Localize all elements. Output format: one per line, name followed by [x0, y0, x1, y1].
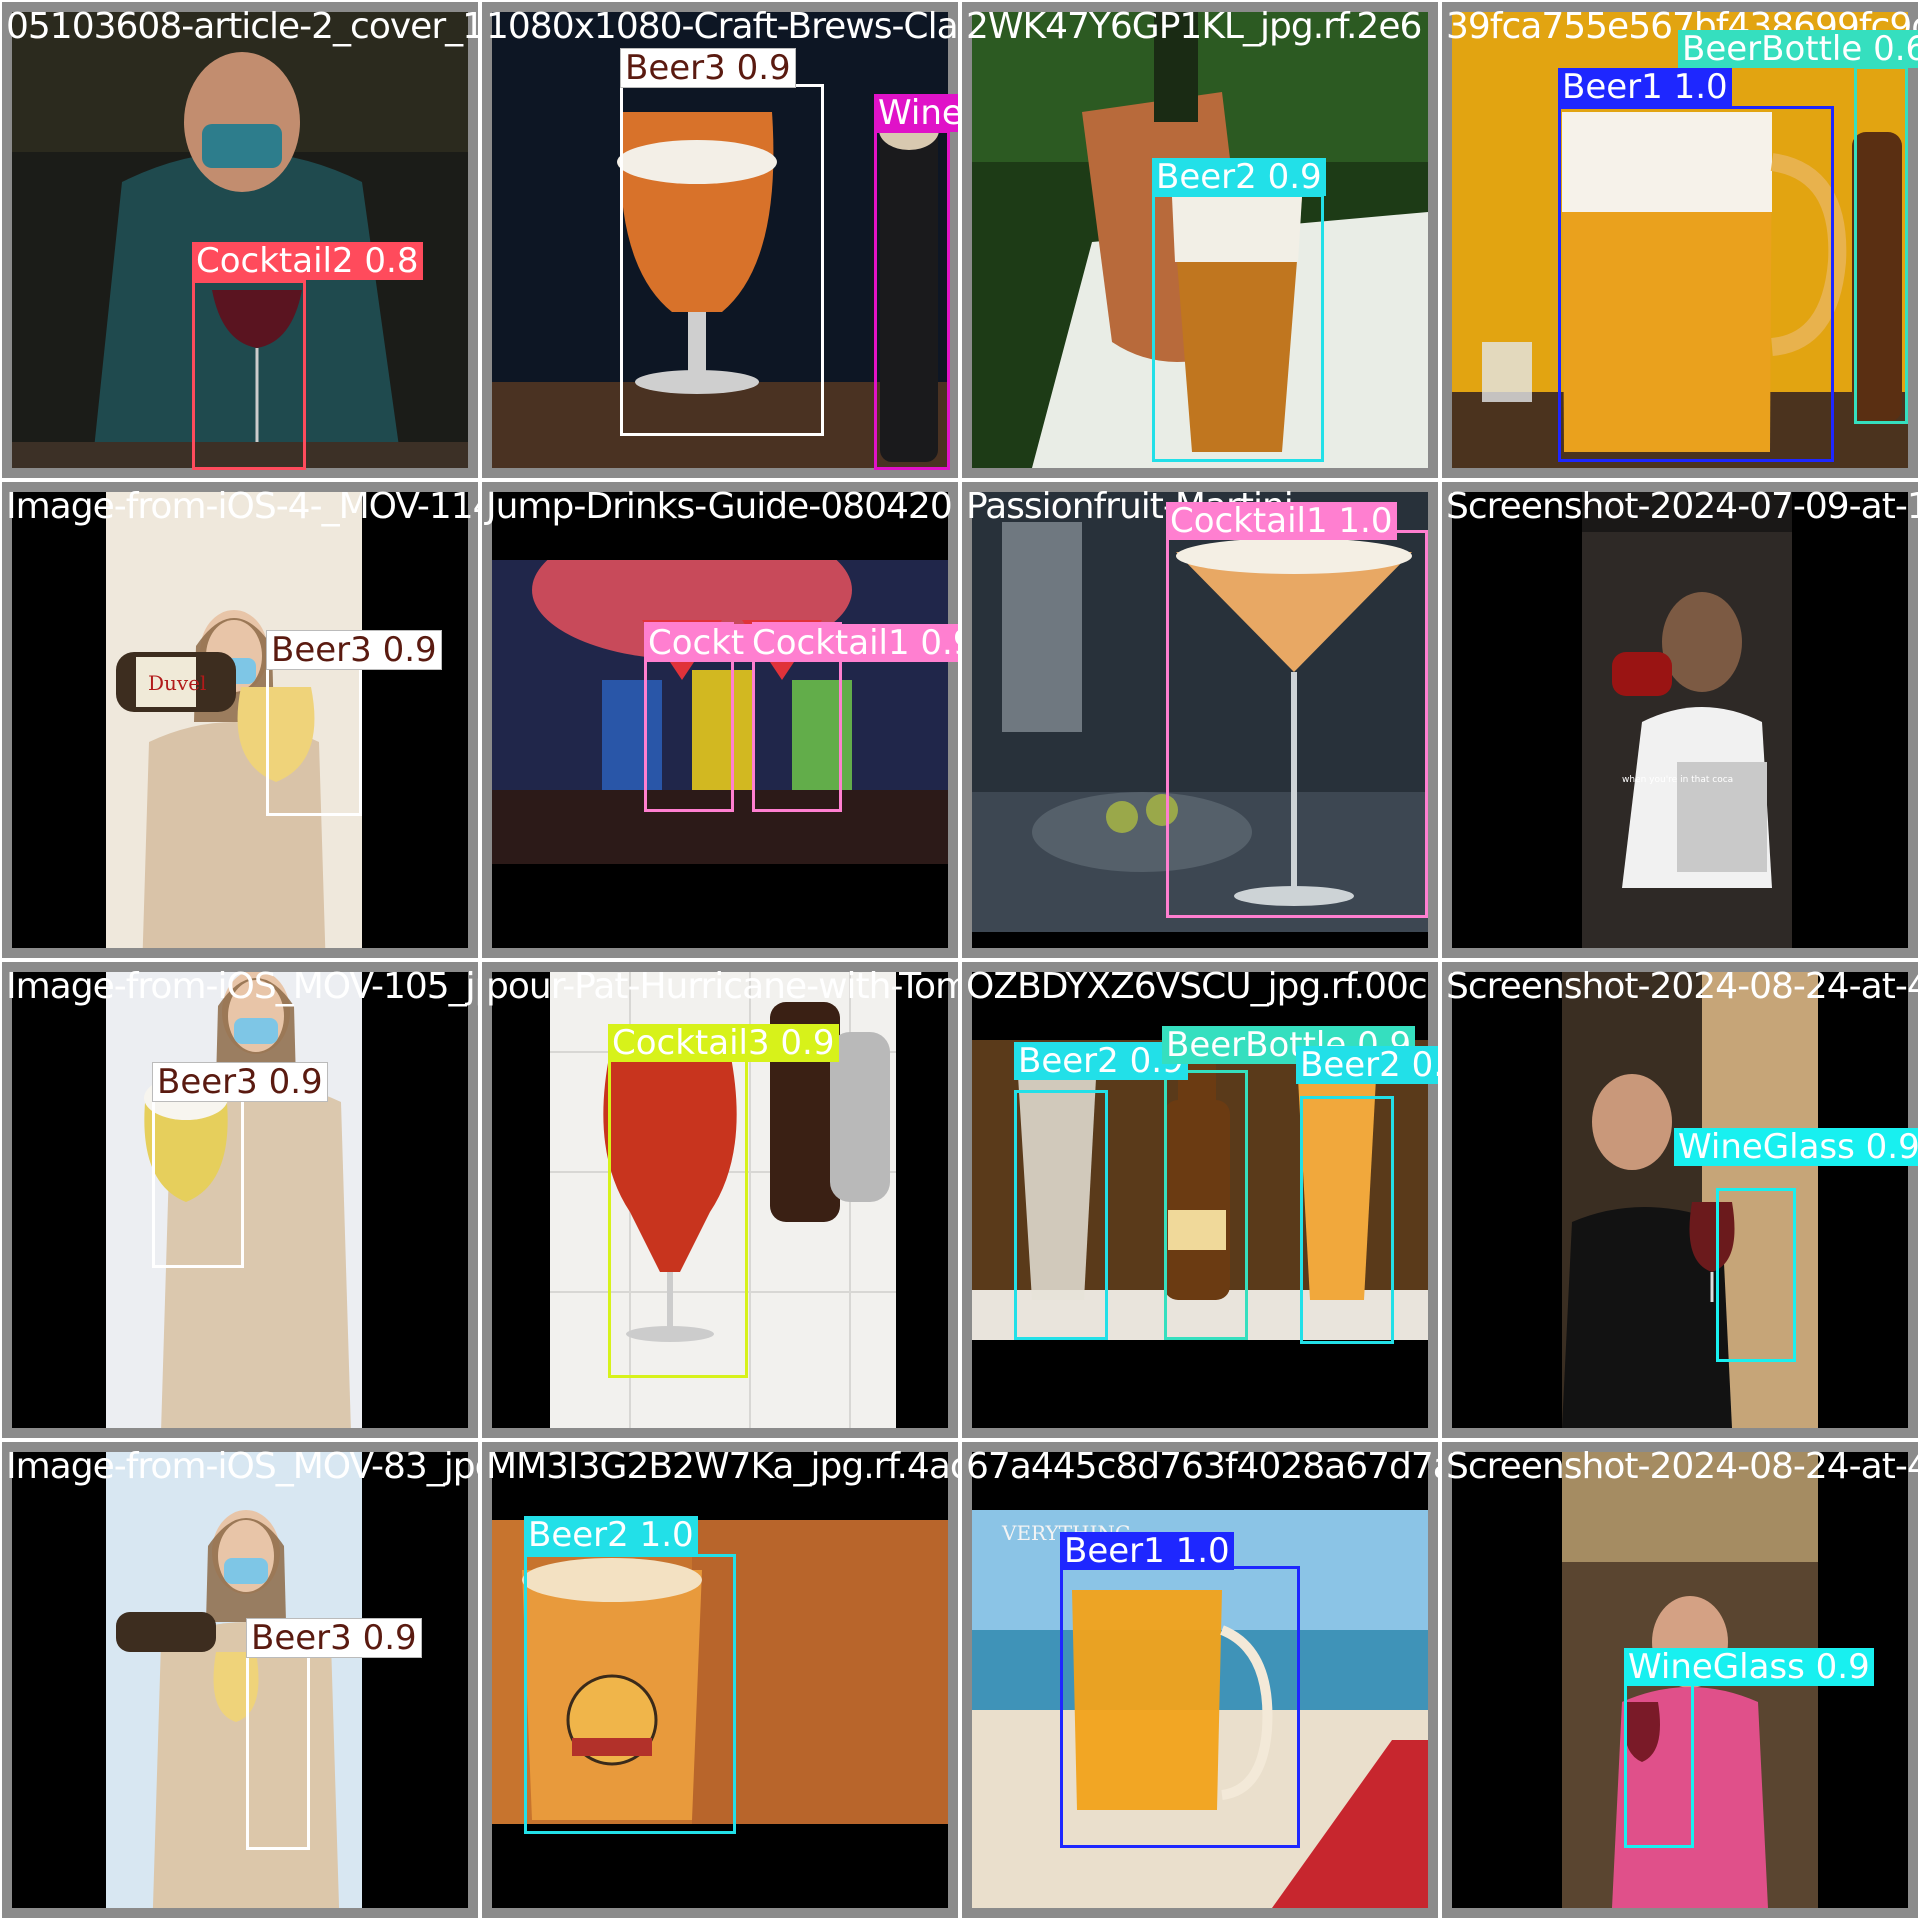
filename-label: OZBDYXZ6VSCU_jpg.rf.00c: [966, 966, 1428, 1007]
detection-label: Cocktail1 0.9: [748, 624, 958, 662]
image-tile: Image-from-iOS_MOV-105_jpg Beer3 0.9: [0, 960, 480, 1440]
bounding-box: [1166, 530, 1428, 918]
detection-label: Cocktail1 1.0: [1166, 502, 1397, 540]
image-tile: VERYTHING67a445c8d763f4028a67d7aBeer1 1.…: [960, 1440, 1440, 1920]
filename-label: Screenshot-2024-07-09-at-1: [1446, 486, 1920, 527]
filename-label: Screenshot-2024-08-24-at-4: [1446, 1446, 1920, 1487]
detection-label: Beer3 0.9: [266, 630, 442, 670]
filename-label: 05103608-article-2_cover_1080x1080_jpg: [6, 6, 478, 47]
tile-canvas: [1452, 972, 1908, 1428]
image-tile: Passionfruit-Martini Cocktail1 1.0: [960, 480, 1440, 960]
detection-label: Cockt: [644, 624, 749, 662]
detection-label: Beer2 0.9: [1152, 158, 1326, 196]
image-tile: 39fca755e567bf438699fc9d Beer1 1.0 BeerBot…: [1440, 0, 1920, 480]
bounding-box: [1014, 1090, 1108, 1340]
filename-label: pour-Pat-Hurricane-with-Tomaro: [486, 966, 958, 1007]
filename-label: Jump-Drinks-Guide-080420: [486, 486, 953, 527]
filename-label: Image-from-iOS_MOV-105_jpg: [6, 966, 480, 1007]
image-tile: Screenshot-2024-08-24-at-4 WineGlass 0.9: [1440, 960, 1920, 1440]
bounding-box: [1624, 1682, 1694, 1848]
svg-text:when you're in that coca: when you're in that coca: [1622, 775, 1733, 785]
detection-label: Beer2 1.0: [524, 1516, 698, 1554]
filename-label: 67a445c8d763f4028a67d7a: [966, 1446, 1440, 1487]
tile-canvas: [12, 1452, 468, 1908]
image-tile: 05103608-article-2_cover_1080x1080_jpg Co…: [0, 0, 480, 480]
image-tile: 2WK47Y6GP1KL_jpg.rf.2e6 Beer2 0.9: [960, 0, 1440, 480]
image-tile: MM3I3G2B2W7Ka_jpg.rf.4ac Beer2 1.0: [480, 1440, 960, 1920]
image-tile: 1080x1080-Craft-Brews-Classic-Belgian-Be…: [480, 0, 960, 480]
detection-label: Beer3 0.9: [246, 1618, 422, 1658]
bounding-box: [620, 84, 824, 436]
bounding-box: [246, 1652, 310, 1850]
detection-label: Beer1 1.0: [1060, 1532, 1234, 1570]
image-tile: pour-Pat-Hurricane-with-Tomaro Cocktail3 …: [480, 960, 960, 1440]
svg-text:Duvel: Duvel: [148, 671, 206, 695]
bounding-box: [1716, 1188, 1796, 1362]
photo: when you're in that coca: [1582, 492, 1792, 948]
image-tile: Image-from-iOS_MOV-83_jpg Beer3 0.9: [0, 1440, 480, 1920]
mosaic-grid: 05103608-article-2_cover_1080x1080_jpg Co…: [0, 0, 1920, 1920]
tile-canvas: Duvel: [12, 492, 468, 948]
photo: [106, 1452, 362, 1908]
bounding-box: [608, 1056, 748, 1378]
filename-label: Image-from-iOS_MOV-83_jpg: [6, 1446, 480, 1487]
detection-label: WineGlass 0.9: [1674, 1128, 1918, 1166]
bounding-box: [874, 130, 950, 470]
image-tile: Duvel Image-from-iOS-4-_MOV-114_jpg Beer3…: [0, 480, 480, 960]
detection-label: WineBottle2 0.3: [874, 94, 958, 132]
bounding-box: [1164, 1070, 1248, 1340]
bounding-box: [1152, 194, 1324, 462]
detection-label: Beer1 1.0: [1558, 68, 1732, 106]
detection-label: Beer2 0.9: [1296, 1046, 1438, 1084]
detection-label: WineGlass 0.9: [1624, 1648, 1874, 1686]
detection-label: Beer3 0.9: [152, 1062, 328, 1102]
bounding-box: [152, 1096, 244, 1268]
bounding-box: [192, 280, 306, 470]
filename-label: Image-from-iOS-4-_MOV-114_jpg: [6, 486, 478, 527]
detection-label: Cocktail2 0.8: [192, 242, 423, 280]
bounding-box: [1854, 66, 1908, 424]
image-tile: Screenshot-2024-08-24-at-4 WineGlass 0.9: [1440, 1440, 1920, 1920]
image-tile: when you're in that coca Screenshot-2024-…: [1440, 480, 1920, 960]
image-tile: Jump-Drinks-Guide-080420 Cockt Cocktail1 0…: [480, 480, 960, 960]
tile-canvas: when you're in that coca: [1452, 492, 1908, 948]
filename-label: Screenshot-2024-08-24-at-4: [1446, 966, 1920, 1007]
bounding-box: [1300, 1096, 1394, 1344]
detection-label: Beer3 0.9: [620, 48, 796, 88]
filename-label: 1080x1080-Craft-Brews-Classic-Belgian-Be…: [486, 6, 958, 47]
image-tile: OZBDYXZ6VSCU_jpg.rf.00c Beer2 0.9 BeerBott…: [960, 960, 1440, 1440]
bounding-box: [266, 666, 362, 816]
detection-label: BeerBottle 0.6: [1678, 30, 1918, 68]
bounding-box: [1558, 106, 1834, 462]
bounding-box: [1060, 1566, 1300, 1848]
filename-label: 2WK47Y6GP1KL_jpg.rf.2e6: [966, 6, 1422, 47]
filename-label: MM3I3G2B2W7Ka_jpg.rf.4ac: [486, 1446, 960, 1487]
bounding-box: [524, 1554, 736, 1834]
detection-label: Cocktail3 0.9: [608, 1024, 839, 1062]
